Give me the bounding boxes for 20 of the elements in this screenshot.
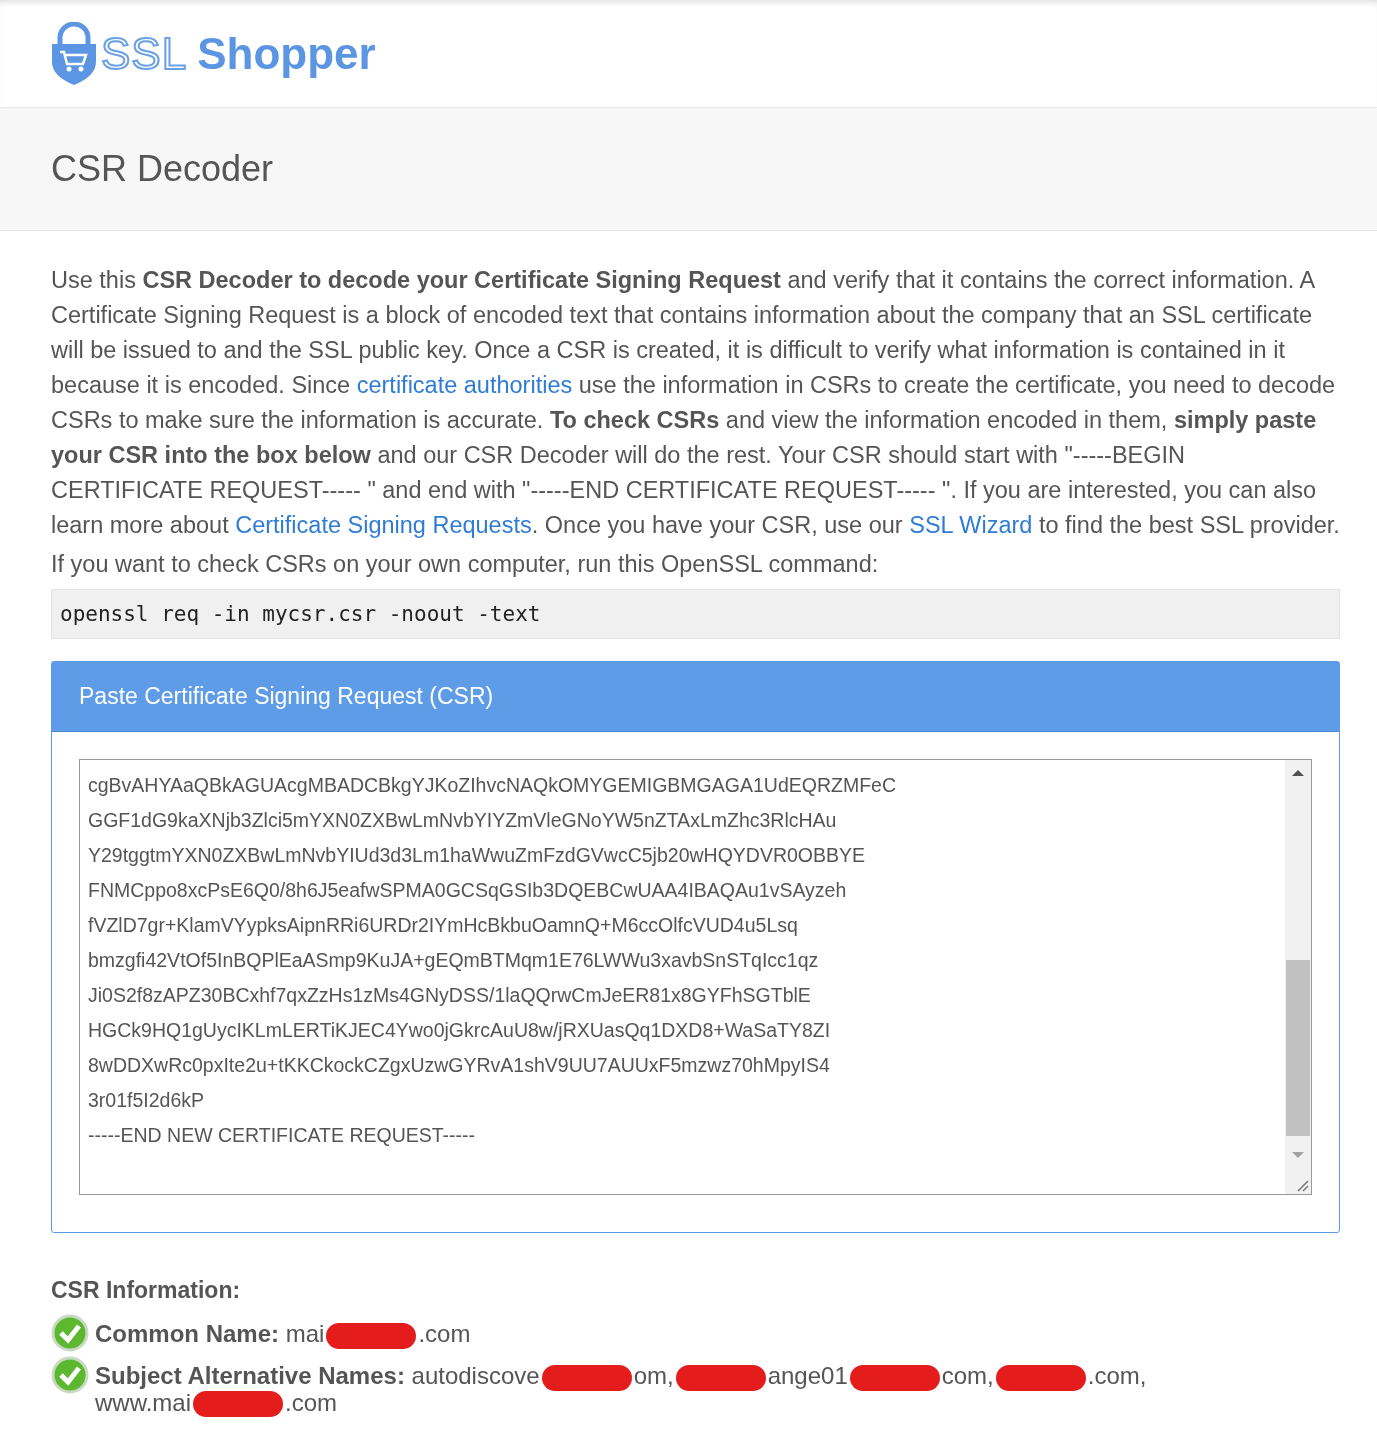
info-line: Subject Alternative Names: autodiscove om, ange01 com, .com, www.mai .com [95, 1361, 1147, 1418]
page-title: CSR Decoder [51, 148, 274, 190]
scroll-up-icon[interactable] [1291, 768, 1305, 778]
scrollbar[interactable] [1285, 760, 1311, 1194]
intro-paragraph: Use this CSR Decoder to decode your Certificate Signing Request and verify that it contains the correct information. A Certificate Signing Request is a block of encoded text that contains information about the company that an SSL certificate will be issued to and the SSL public key. Once a CSR is created, it is difficult to verify what information is contained in it because it is encoded. Since certificate authorities use the information in CSRs to create the certificate, you need to decode CSRs to make sure the information is accurate. To check CSRs and view the information encoded in them, simply paste your CSR into the box below and our CSR Decoder will do the rest. Your CSR should start with "-----BEGIN CERTIFICATE REQUEST----- " and end with "-----END CERTIFICATE REQUEST----- ". If you are interested, you can also learn more about Certificate Signing Requests. Once you have your CSR, use our SSL Wizard to find the best SSL provider. [51, 266, 1340, 540]
text-link[interactable]: Certificate Signing Requests [235, 512, 532, 538]
code-block: openssl req -in mycsr.csr -noout -text [51, 589, 1340, 639]
panel-header: Paste Certificate Signing Request (CSR) [52, 662, 1339, 732]
text-link[interactable]: certificate authorities [356, 372, 573, 398]
logo-text: Shopper [197, 28, 376, 79]
scroll-thumb[interactable] [1286, 960, 1310, 1136]
section-heading: CSR Information: [51, 1277, 242, 1304]
info-line: Common Name: mai .com [95, 1319, 471, 1349]
csr-text-area[interactable]: cgBvAHYAaQBkAGUAcgMBADCBkgYJKoZIhvcNAQkOMYGEMIGBMGAGA1UdEQRZMFeC GGF1dG9kaXNjb3Zlci5mYXN0ZXBwLmNvbYIYZmVleGNoYW5nZTAxLmZhc3RlcHAu Y29tggtmYXN0ZXBwLmNvbYIUd3d3Lm1haWwuZmFzdGVwcC5jb20wHQYDVR0OBBYE FNMCppo8xcPsE6Q0/8h6J5eafwSPMA0GCSqGSIb3DQEBCwUAA4IBAQAu1vSAyzeh fVZlD7gr+KlamVYypksAipnRRi6URDr2IYmHcBkbuOamnQ+M6ccOlfcVUD4u5Lsq bmzgfi42VtOf5InBQPlEaASmp9KuJA+gEQmBTMqm1E76LWWu3xavbSnSTqIcc1qz Ji0S2f8zAPZ30BCxhf7qxZzHs1zMs4GNyDSS/1laQQrwCmJeER81x8GYFhSGTblE HGCk9HQ1gUycIKLmLERTiKJEC4Ywo0jGkrcAuU8w/jRXUasQq1DXD8+WaSaTY8ZI 8wDDXwRc0pxIte2u+tKKCkockCZgxUzwGYRvA1shV9UU7AUUxF5mzwz70hMpyIS4 3r01f5I2d6kP -----END NEW CERTIFICATE REQUEST----- [79, 759, 1312, 1195]
scroll-down-icon[interactable] [1291, 1150, 1305, 1160]
resize-grip-icon[interactable] [1295, 1178, 1309, 1192]
text-link[interactable]: SSL Wizard [909, 512, 1033, 538]
cart-shield-icon [51, 21, 97, 86]
command-intro: If you want to check CSRs on your own computer, run this OpenSSL command: [51, 550, 880, 579]
logo-text: SSL [101, 28, 188, 79]
